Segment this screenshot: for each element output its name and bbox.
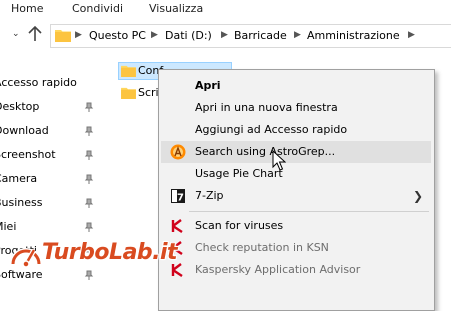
menu-separator <box>189 211 429 212</box>
mouse-cursor-icon <box>272 150 286 171</box>
turbolab-logo-icon <box>10 248 42 268</box>
context-menu: Apri Apri in una nuova finestra Aggiungi… <box>158 69 435 311</box>
pin-icon <box>84 174 94 184</box>
nav-item-camera[interactable]: Camera <box>0 168 100 190</box>
breadcrumb-barricade[interactable]: Barricade <box>234 29 287 42</box>
nav-item-miei[interactable]: Miei <box>0 216 100 238</box>
pin-icon <box>84 198 94 208</box>
submenu-arrow-icon: ❯ <box>413 189 424 203</box>
breadcrumb-questo-pc[interactable]: Questo PC <box>89 29 146 42</box>
nav-item-screenshot[interactable]: Screenshot <box>0 144 100 166</box>
menu-item-search-astrogrep[interactable]: Search using AstroGrep... <box>161 141 431 163</box>
breadcrumb-dati-d[interactable]: Dati (D:) <box>165 29 212 42</box>
astrogrep-icon <box>170 144 186 160</box>
folder-icon <box>121 65 136 77</box>
breadcrumb-amministrazione[interactable]: Amministrazione <box>307 29 400 42</box>
up-arrow-icon[interactable] <box>26 24 44 44</box>
svg-text:7: 7 <box>177 193 184 204</box>
nav-item-download[interactable]: Download <box>0 120 100 142</box>
breadcrumb-separator-icon[interactable]: ▶ <box>294 30 301 40</box>
pin-icon <box>84 222 94 232</box>
pin-icon <box>84 126 94 136</box>
nav-item-accesso-rapido[interactable]: Accesso rapido <box>0 72 100 94</box>
address-bar-row: ⌄ ▶ Questo PC ▶ Dati (D:) ▶ Barricade ▶ … <box>0 19 451 52</box>
breadcrumb-separator-icon[interactable]: ▶ <box>151 30 158 40</box>
7zip-icon: 7 <box>171 189 185 204</box>
menu-item-7zip[interactable]: 7 7-Zip ❯ <box>161 185 431 207</box>
menu-item-apri-nuova-finestra[interactable]: Apri in una nuova finestra <box>161 97 431 119</box>
recent-locations-chevron-icon[interactable]: ⌄ <box>12 29 20 39</box>
menu-item-aggiungi-accesso-rapido[interactable]: Aggiungi ad Accesso rapido <box>161 119 431 141</box>
folder-icon <box>121 87 136 99</box>
nav-item-business[interactable]: Business <box>0 192 100 214</box>
menu-item-kaspersky-advisor[interactable]: Kaspersky Application Advisor <box>161 259 431 281</box>
nav-item-desktop[interactable]: Desktop <box>0 96 100 118</box>
tab-visualizza[interactable]: Visualizza <box>149 2 203 15</box>
watermark-text: TurboLab.it <box>42 240 178 265</box>
kaspersky-icon <box>171 219 183 233</box>
menu-item-scan-viruses[interactable]: Scan for viruses <box>161 215 431 237</box>
turbolab-watermark: TurboLab.it <box>10 238 178 270</box>
pin-icon <box>84 102 94 112</box>
ribbon-tabs: Home Condividi Visualizza <box>0 0 451 20</box>
pin-icon <box>84 270 94 280</box>
menu-item-usage-pie-chart[interactable]: Usage Pie Chart <box>161 163 431 185</box>
folder-icon <box>55 30 71 42</box>
breadcrumb-separator-icon[interactable]: ▶ <box>221 30 228 40</box>
address-bar[interactable]: ▶ Questo PC ▶ Dati (D:) ▶ Barricade ▶ Am… <box>50 24 451 48</box>
tab-home[interactable]: Home <box>11 2 43 15</box>
menu-item-apri[interactable]: Apri <box>161 75 431 97</box>
breadcrumb-separator-icon[interactable]: ▶ <box>408 30 415 40</box>
tab-condividi[interactable]: Condividi <box>72 2 123 15</box>
breadcrumb-separator-icon[interactable]: ▶ <box>75 30 82 40</box>
menu-item-check-reputation[interactable]: Check reputation in KSN <box>161 237 431 259</box>
pin-icon <box>84 150 94 160</box>
